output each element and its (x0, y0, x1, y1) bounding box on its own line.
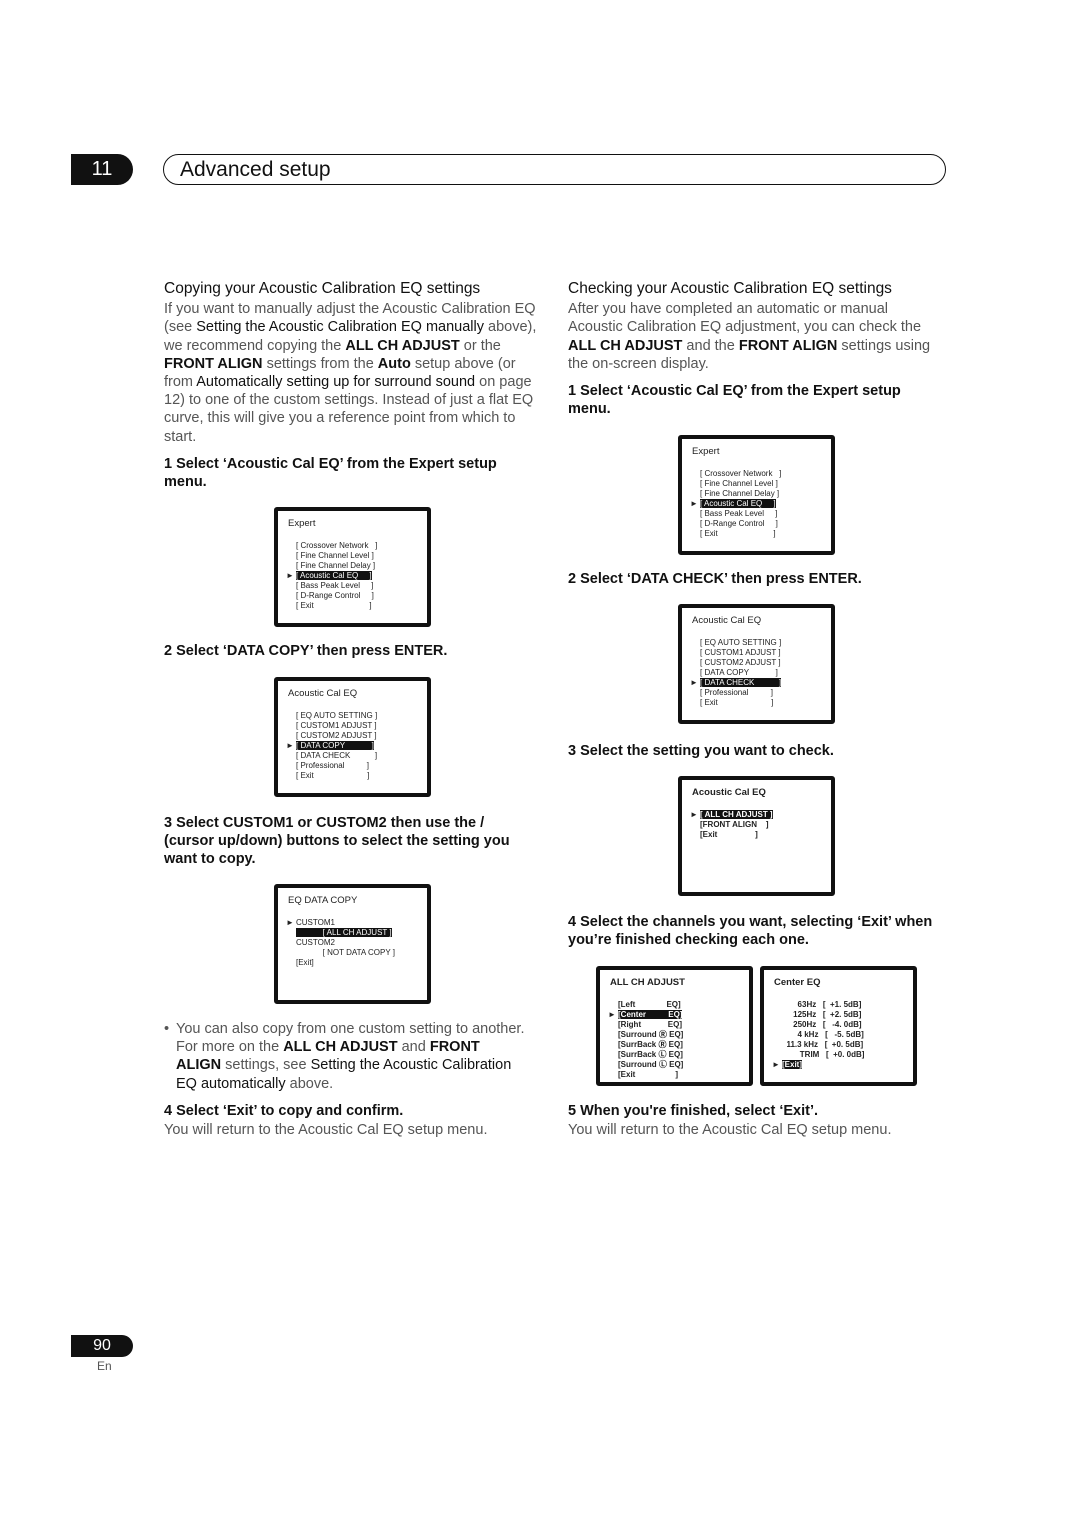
menu-line: [SurrBack Ⓡ EQ] (618, 1040, 683, 1049)
screen-title: Acoustic Cal EQ (288, 688, 358, 699)
step-4-text: You will return to the Acoustic Cal EQ s… (164, 1122, 488, 1138)
menu-line: [SurrBack Ⓛ EQ] (618, 1050, 683, 1059)
screen-title: EQ DATA COPY (288, 895, 358, 906)
step-2: 2 Select ‘DATA CHECK’ then press ENTER. (568, 571, 862, 587)
menu-line: [ Professional ] (700, 688, 773, 697)
step-5-text: You will return to the Acoustic Cal EQ s… (568, 1122, 892, 1138)
menu-line: [Exit] (296, 958, 314, 967)
step-1: 1 Select ‘Acoustic Cal EQ’ from the Expe… (568, 383, 901, 418)
screen-title: Acoustic Cal EQ (692, 615, 762, 626)
step-4: 4 Select ‘Exit’ to copy and confirm. (164, 1103, 404, 1119)
chapter-number: 11 (71, 154, 133, 185)
osd-expert-menu: Expert[ Crossover Network ][ Fine Channe… (274, 507, 431, 627)
menu-line: [ Exit ] (700, 698, 774, 707)
cursor-arrow-icon: ► (286, 741, 294, 750)
menu-line: [ Exit ] (700, 529, 776, 538)
screen-title: ALL CH ADJUST (610, 977, 685, 988)
menu-line: [ D-Range Control ] (700, 519, 778, 528)
menu-line: [ EQ AUTO SETTING ] (700, 638, 782, 647)
cursor-arrow-icon: ► (608, 1010, 616, 1019)
cursor-arrow-icon: ► (690, 678, 698, 687)
chapter-title-bar: Advanced setup (163, 154, 946, 185)
section-heading: Copying your Acoustic Calibration EQ set… (164, 280, 481, 297)
step-3: 3 Select the setting you want to check. (568, 743, 834, 759)
screen-title: Center EQ (774, 977, 821, 988)
menu-line: [ Exit ] (296, 771, 370, 780)
step-4: 4 Select the channels you want, selectin… (568, 914, 933, 949)
menu-line: [ ALL CH ADJUST ] (296, 928, 392, 937)
cursor-arrow-icon: ► (772, 1060, 780, 1069)
menu-line: [ CUSTOM1 ADJUST ] (296, 721, 377, 730)
menu-line: [ CUSTOM2 ADJUST ] (700, 658, 781, 667)
intro-paragraph: If you want to manually adjust the Acous… (164, 301, 537, 445)
menu-line: [ EQ AUTO SETTING ] (296, 711, 378, 720)
menu-line: ►[ DATA CHECK ] (690, 678, 782, 687)
menu-line: ►[ ALL CH ADJUST ] (690, 810, 773, 819)
cursor-arrow-icon: ► (286, 571, 294, 580)
menu-line: [ Bass Peak Level ] (700, 509, 778, 518)
cursor-arrow-icon: ► (690, 810, 698, 819)
step-5: 5 When you're finished, select ‘Exit’. (568, 1103, 819, 1119)
chapter-title: Advanced setup (180, 158, 331, 181)
menu-line: 4 kHz [ -5. 5dB] (782, 1030, 864, 1039)
menu-line: 250Hz [ -4. 0dB] (782, 1020, 862, 1029)
menu-line: ► CUSTOM1 (286, 918, 335, 927)
menu-line: [ D-Range Control ] (296, 591, 374, 600)
osd-check-setting: Acoustic Cal EQ ►[ ALL CH ADJUST ] [FRONT … (678, 776, 835, 896)
menu-line: [ Fine Channel Delay ] (296, 561, 376, 570)
cursor-arrow-icon: ► (286, 918, 294, 927)
menu-line: [ NOT DATA COPY ] (296, 948, 395, 957)
menu-line: [Surround Ⓛ EQ] (618, 1060, 684, 1069)
menu-line: [ Fine Channel Level ] (296, 551, 374, 560)
menu-line: [ Crossover Network ] (296, 541, 378, 550)
menu-line: ► [Center EQ] (608, 1010, 683, 1019)
right-column: Checking your Acoustic Calibration EQ se… (568, 280, 942, 373)
osd-acoustic-cal-eq-menu: Acoustic Cal EQ[ EQ AUTO SETTING ][ CUST… (678, 604, 835, 724)
menu-line: [ Fine Channel Delay ] (700, 489, 780, 498)
menu-line: [ DATA CHECK ] (296, 751, 378, 760)
menu-line: CUSTOM2 (296, 938, 335, 947)
screen-title: Acoustic Cal EQ (692, 787, 766, 798)
step-1: 1 Select ‘Acoustic Cal EQ’ from the Expe… (164, 456, 497, 491)
intro-paragraph: After you have completed an automatic or… (568, 301, 931, 372)
menu-line: 11.3 kHz [ +0. 5dB] (782, 1040, 864, 1049)
menu-line: TRIM [ +0. 0dB] (782, 1050, 865, 1059)
menu-line: [Left EQ] (618, 1000, 681, 1009)
menu-line: [ Fine Channel Level ] (700, 479, 778, 488)
menu-line: [ Professional ] (296, 761, 369, 770)
menu-line: 63Hz [ +1. 5dB] (782, 1000, 862, 1009)
menu-line: [Right EQ] (618, 1020, 682, 1029)
screen-title: Expert (692, 446, 720, 457)
language-label: En (97, 1359, 112, 1373)
osd-expert-menu: Expert[ Crossover Network ][ Fine Channe… (678, 435, 835, 555)
osd-all-ch-adjust: ALL CH ADJUST [Left EQ] ► [Center EQ] [Right… (596, 966, 753, 1086)
manual-page: 11 Advanced setup Copying your Acoustic … (0, 0, 1080, 1528)
menu-line: [ Crossover Network ] (700, 469, 782, 478)
menu-line: ► [Exit] (772, 1060, 802, 1069)
menu-line: [ Bass Peak Level ] (296, 581, 374, 590)
menu-line: 125Hz [ +2. 5dB] (782, 1010, 862, 1019)
menu-line: ►[ DATA COPY ] (286, 741, 374, 750)
cursor-arrow-icon: ► (690, 499, 698, 508)
menu-line: [ DATA COPY ] (700, 668, 778, 677)
menu-line: ►[ Acoustic Cal EQ ] (286, 571, 372, 580)
step-3: 3 Select CUSTOM1 or CUSTOM2 then use the… (164, 815, 510, 868)
menu-line: [Exit ] (618, 1070, 679, 1079)
menu-line: [ CUSTOM1 ADJUST ] (700, 648, 781, 657)
left-column: Copying your Acoustic Calibration EQ set… (164, 280, 538, 446)
menu-line: ►[ Acoustic Cal EQ ] (690, 499, 776, 508)
note-bullet: You can also copy from one custom settin… (164, 1020, 526, 1093)
menu-line: [Exit ] (700, 830, 758, 839)
osd-center-eq: Center EQ 63Hz [ +1. 5dB] 125Hz [ +2. 5d… (760, 966, 917, 1086)
menu-line: [ Exit ] (296, 601, 372, 610)
menu-line: [FRONT ALIGN ] (700, 820, 769, 829)
screen-title: Expert (288, 518, 316, 529)
osd-eq-data-copy: EQ DATA COPY ► CUSTOM1 [ ALL CH ADJUST ] CU… (274, 884, 431, 1004)
menu-line: [Surround Ⓡ EQ] (618, 1030, 684, 1039)
menu-line: [ CUSTOM2 ADJUST ] (296, 731, 377, 740)
step-2: 2 Select ‘DATA COPY’ then press ENTER. (164, 643, 448, 659)
section-heading: Checking your Acoustic Calibration EQ se… (568, 280, 892, 297)
osd-acoustic-cal-eq-menu: Acoustic Cal EQ[ EQ AUTO SETTING ][ CUST… (274, 677, 431, 797)
page-number: 90 (71, 1335, 133, 1357)
